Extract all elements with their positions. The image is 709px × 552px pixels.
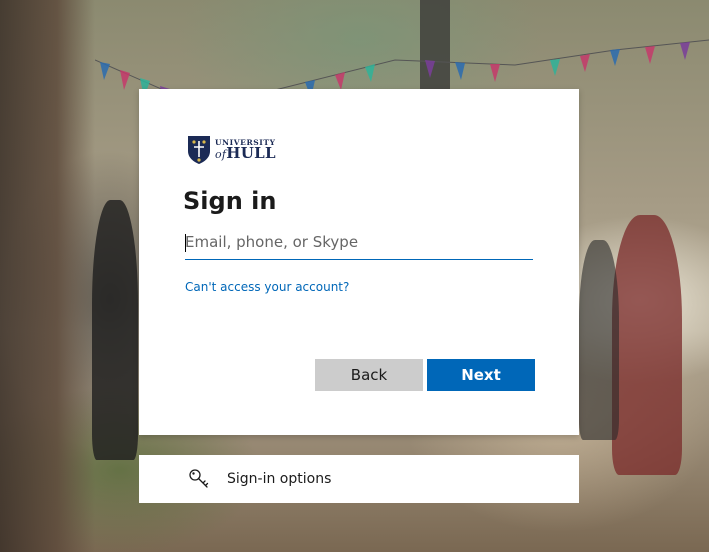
signin-options-button[interactable]: Sign-in options <box>139 455 579 503</box>
signin-card: UNIVERSITY ofHULL Sign in Can't access y… <box>139 89 579 435</box>
logo-hull-text: ofHULL <box>215 146 276 161</box>
logo-hull-word: HULL <box>226 144 276 163</box>
email-field[interactable] <box>185 229 533 260</box>
text-caret <box>185 234 186 252</box>
key-icon <box>189 469 209 488</box>
logo-of-text: of <box>215 148 227 162</box>
signin-options-label: Sign-in options <box>227 471 332 487</box>
email-field-wrapper <box>185 229 533 260</box>
next-button[interactable]: Next <box>427 359 535 391</box>
back-button[interactable]: Back <box>315 359 423 391</box>
page-title: Sign in <box>183 187 277 215</box>
background-person <box>92 200 138 460</box>
cant-access-account-link[interactable]: Can't access your account? <box>185 280 349 294</box>
background-person <box>612 215 682 475</box>
crest-icon <box>188 136 210 164</box>
background-pillar <box>0 0 95 552</box>
university-logo: UNIVERSITY ofHULL <box>187 135 276 165</box>
background-person <box>579 240 619 440</box>
